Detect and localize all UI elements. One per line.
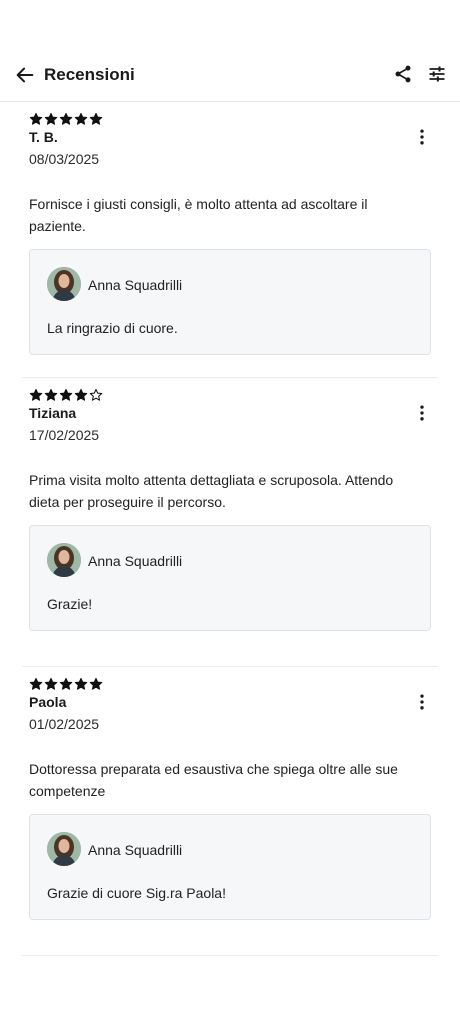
- reply-text: La ringrazio di cuore.: [47, 320, 178, 336]
- avatar: [47, 543, 81, 577]
- doctor-reply: Anna Squadrilli Grazie!: [29, 525, 431, 631]
- page-title: Recensioni: [44, 65, 135, 84]
- review-date: 01/02/2025: [29, 716, 100, 732]
- sliders-icon[interactable]: [427, 64, 447, 84]
- star-filled-icon: [44, 677, 58, 690]
- star-filled-icon: [44, 388, 58, 401]
- review-date: 08/03/2025: [29, 151, 100, 167]
- review-text: Dottoressa preparata ed esaustiva che sp…: [29, 761, 398, 799]
- reviewer-name: T. B.: [29, 129, 58, 145]
- star-filled-icon: [29, 677, 43, 690]
- review-date: 17/02/2025: [29, 427, 100, 443]
- star-filled-icon: [89, 677, 103, 690]
- arrow-left-icon[interactable]: [14, 64, 36, 86]
- star-filled-icon: [29, 112, 43, 125]
- rating-stars: [29, 112, 103, 126]
- star-filled-icon: [74, 677, 88, 690]
- avatar: [47, 267, 81, 301]
- doctor-reply: Anna Squadrilli Grazie di cuore Sig.ra P…: [29, 814, 431, 920]
- review-item: Tiziana 17/02/2025 Prima visita molto at…: [0, 378, 460, 667]
- rating-stars: [29, 677, 103, 691]
- reviews-list: T. B. 08/03/2025 Fornisce i giusti consi…: [0, 102, 460, 956]
- doctor-reply: Anna Squadrilli La ringrazio di cuore.: [29, 249, 431, 355]
- review-item: T. B. 08/03/2025 Fornisce i giusti consi…: [0, 102, 460, 378]
- review-item: Paola 01/02/2025 Dottoressa preparata ed…: [0, 667, 460, 956]
- reviewer-name: Tiziana: [29, 405, 77, 421]
- avatar: [47, 832, 81, 866]
- star-filled-icon: [89, 112, 103, 125]
- reply-text: Grazie di cuore Sig.ra Paola!: [47, 885, 226, 901]
- more-vertical-icon[interactable]: [412, 692, 432, 712]
- review-text: Prima visita molto attenta dettagliata e…: [29, 472, 394, 510]
- star-outline-icon: [89, 388, 103, 401]
- star-filled-icon: [74, 112, 88, 125]
- review-text: Fornisce i giusti consigli, è molto atte…: [29, 196, 368, 234]
- star-filled-icon: [44, 112, 58, 125]
- rating-stars: [29, 388, 103, 402]
- star-filled-icon: [59, 677, 73, 690]
- reply-author: Anna Squadrilli: [88, 553, 183, 569]
- reply-author: Anna Squadrilli: [88, 277, 183, 293]
- reply-text: Grazie!: [47, 596, 93, 612]
- more-vertical-icon[interactable]: [412, 127, 432, 147]
- star-filled-icon: [29, 388, 43, 401]
- star-filled-icon: [74, 388, 88, 401]
- star-filled-icon: [59, 388, 73, 401]
- reviewer-name: Paola: [29, 694, 67, 710]
- reply-author: Anna Squadrilli: [88, 842, 183, 858]
- star-filled-icon: [59, 112, 73, 125]
- share-icon[interactable]: [393, 64, 413, 84]
- top-app-bar: Recensioni: [0, 48, 460, 102]
- more-vertical-icon[interactable]: [412, 403, 432, 423]
